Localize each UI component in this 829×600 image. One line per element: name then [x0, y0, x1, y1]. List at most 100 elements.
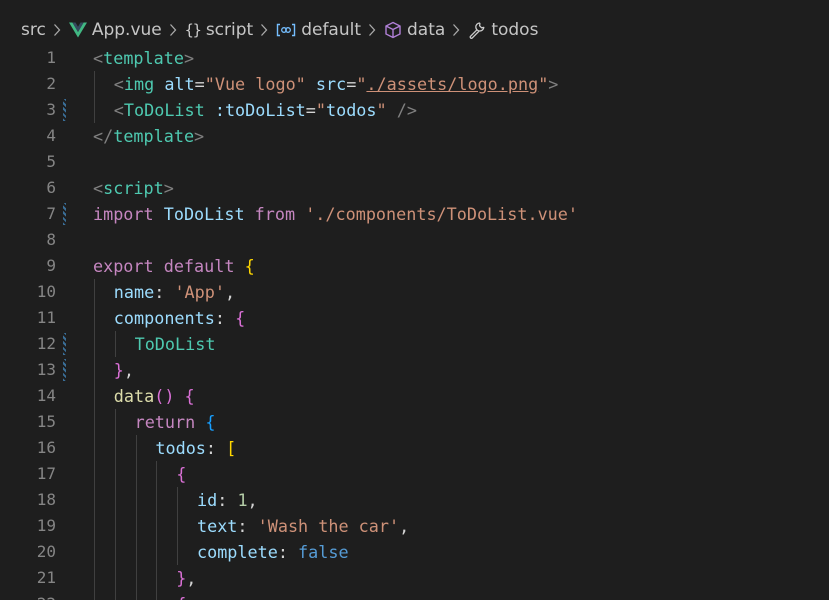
breadcrumb-label-default: default — [301, 20, 362, 40]
breadcrumb-item-default[interactable]: default — [276, 20, 361, 40]
indent-guide — [177, 513, 179, 539]
code-line[interactable]: 15 return { — [0, 409, 829, 435]
code-line[interactable]: 13}, — [0, 357, 829, 383]
editor-window: src App.vue {} script default data todos… — [0, 0, 829, 600]
indent-guide — [94, 331, 95, 357]
indent-guide — [94, 279, 95, 305]
code-token: : — [237, 516, 258, 536]
code-line[interactable]: 3 <ToDoList :toDoList="todos" /> — [0, 97, 829, 123]
indent-guide — [135, 539, 137, 565]
code-token: { — [244, 256, 255, 276]
code-text: text: 'Wash the car', — [197, 513, 409, 539]
code-text: components: { — [114, 305, 245, 331]
code-token: : — [217, 490, 238, 510]
code-line[interactable]: 20 complete: false — [0, 539, 829, 565]
indent-guide — [156, 513, 158, 539]
breadcrumb: src App.vue {} script default data todos — [0, 16, 829, 44]
code-token: "Vue logo" — [204, 74, 316, 94]
code-line[interactable]: 1 <template> — [0, 45, 829, 71]
code-token: ToDoList — [134, 334, 216, 354]
code-token: } — [176, 568, 187, 588]
code-line[interactable]: 6 <script> — [0, 175, 829, 201]
code-token: () — [154, 386, 175, 406]
code-token: :toDoList — [214, 100, 306, 120]
code-token: todos — [155, 438, 206, 458]
code-token: 1 — [237, 490, 248, 510]
code-token: < — [93, 178, 104, 198]
indent-guide — [94, 539, 95, 565]
breadcrumb-item-data[interactable]: data — [384, 20, 445, 40]
modified-line-indicator[interactable] — [63, 203, 66, 225]
code-text: <script> — [93, 175, 174, 201]
code-line[interactable]: 9 export default { — [0, 253, 829, 279]
line-number: 21 — [36, 568, 56, 587]
line-number: 17 — [36, 464, 56, 483]
indent-guide — [156, 591, 158, 600]
code-line[interactable]: 22 { — [0, 591, 829, 600]
code-line[interactable]: 17 { — [0, 461, 829, 487]
code-token: , — [399, 516, 410, 536]
modified-line-indicator[interactable] — [63, 359, 66, 381]
code-token: todos — [326, 100, 377, 120]
breadcrumb-item-todos[interactable]: todos — [468, 20, 538, 40]
chevron-right-icon — [169, 23, 177, 37]
code-token: ToDoList — [163, 204, 255, 224]
indent-guide — [135, 461, 137, 487]
code-text: name: 'App', — [114, 279, 235, 305]
breadcrumb-item-src[interactable]: src — [21, 20, 46, 40]
indent-guide — [94, 565, 95, 591]
breadcrumb-item-app-vue[interactable]: App.vue — [68, 20, 162, 40]
breadcrumb-label-app-vue: App.vue — [91, 20, 162, 40]
code-line[interactable]: 16 todos: [ — [0, 435, 829, 461]
code-token: </ — [93, 126, 114, 146]
code-editor[interactable]: 1 <template> 2 <img alt="Vue logo" src="./a… — [0, 44, 829, 600]
code-token: alt — [164, 74, 195, 94]
line-number: 1 — [46, 48, 56, 67]
line-number: 6 — [46, 178, 56, 197]
code-token: , — [224, 282, 236, 302]
line-number: 19 — [36, 516, 56, 535]
chevron-right-icon — [368, 23, 376, 37]
code-line[interactable]: 7 import ToDoList from './components/ToDo… — [0, 201, 829, 227]
indent-guide — [94, 357, 95, 383]
indent-guide — [114, 487, 116, 513]
code-line[interactable]: 21}, — [0, 565, 829, 591]
code-line[interactable]: 8 — [0, 227, 829, 253]
code-token: : — [277, 542, 299, 562]
code-line[interactable]: 4 </template> — [0, 123, 829, 149]
line-number: 22 — [0, 591, 56, 600]
code-line[interactable]: 11 components: { — [0, 305, 829, 331]
code-token: /> — [386, 100, 417, 120]
modified-line-indicator[interactable] — [63, 99, 66, 121]
code-line[interactable]: 12 ToDoList — [0, 331, 829, 357]
code-token: './components/ToDoList.vue' — [305, 204, 578, 224]
code-token: " — [538, 74, 549, 94]
code-token: , — [186, 568, 197, 588]
modified-line-indicator[interactable] — [63, 333, 66, 355]
code-token: < — [93, 48, 104, 68]
code-token: " — [356, 74, 367, 94]
code-line[interactable]: 10 name: 'App', — [0, 279, 829, 305]
line-number: 16 — [36, 438, 56, 457]
code-token: complete — [197, 542, 278, 562]
breadcrumb-label-data: data — [407, 20, 446, 40]
code-line[interactable]: 5 — [0, 149, 829, 175]
code-token: } — [113, 360, 124, 380]
line-number: 12 — [36, 334, 56, 353]
line-number: 2 — [46, 74, 56, 93]
chevron-right-icon — [53, 23, 61, 37]
code-line[interactable]: 19 text: 'Wash the car', — [0, 513, 829, 539]
indent-guide — [135, 435, 137, 461]
indent-guide — [94, 591, 95, 600]
code-line[interactable]: 14 data() { — [0, 383, 829, 409]
indent-guide — [94, 383, 95, 409]
code-line[interactable]: 2 <img alt="Vue logo" src="./assets/logo.… — [0, 71, 829, 97]
code-token: { — [176, 594, 186, 600]
indent-guide — [156, 461, 158, 487]
breadcrumb-item-script[interactable]: {} script — [185, 20, 253, 40]
code-token: : — [214, 308, 236, 328]
code-token: " — [376, 100, 387, 120]
code-line[interactable]: 18 id: 1, — [0, 487, 829, 513]
code-token: template — [103, 48, 184, 68]
